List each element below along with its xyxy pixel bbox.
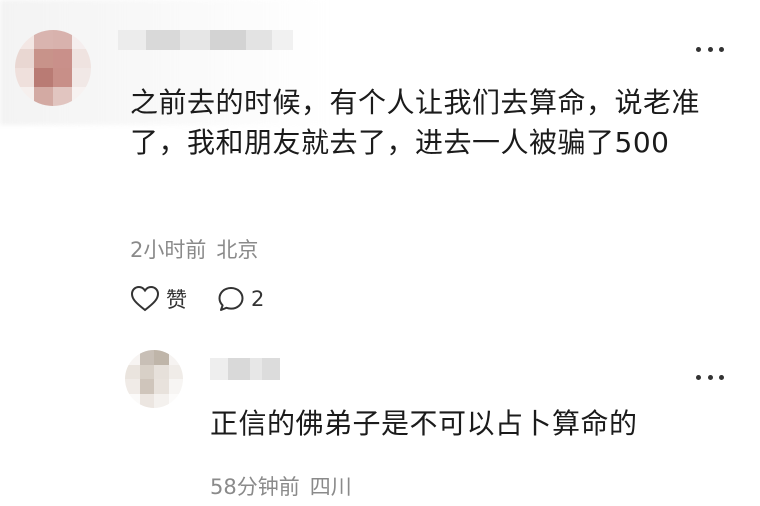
username-blurred[interactable]	[210, 358, 280, 380]
more-dots-icon[interactable]	[696, 370, 724, 384]
reply-time: 58分钟前	[210, 475, 300, 499]
avatar[interactable]	[15, 30, 91, 106]
comment-meta: 2小时前 北京	[130, 234, 258, 264]
username-blurred[interactable]	[118, 30, 293, 50]
reply-count: 2	[251, 287, 265, 311]
heart-outline-icon	[130, 285, 160, 312]
more-dots-icon[interactable]	[696, 42, 724, 56]
speech-bubble-icon	[218, 287, 244, 311]
comment-location: 北京	[216, 238, 259, 262]
reply-location: 四川	[309, 475, 352, 499]
reply-meta: 58分钟前 四川	[210, 471, 352, 501]
avatar[interactable]	[125, 350, 183, 408]
comment-text: 之前去的时候，有个人让我们去算命，说老准了，我和朋友就去了，进去一人被骗了500	[130, 86, 701, 159]
reply-button[interactable]: 2	[217, 285, 264, 313]
like-label: 赞	[166, 288, 187, 312]
reply-text: 正信的佛弟子是不可以占卜算命的	[210, 407, 638, 440]
comment-actions: 赞 2	[130, 284, 264, 314]
comment-time: 2小时前	[130, 238, 207, 262]
like-button[interactable]: 赞	[130, 284, 187, 314]
